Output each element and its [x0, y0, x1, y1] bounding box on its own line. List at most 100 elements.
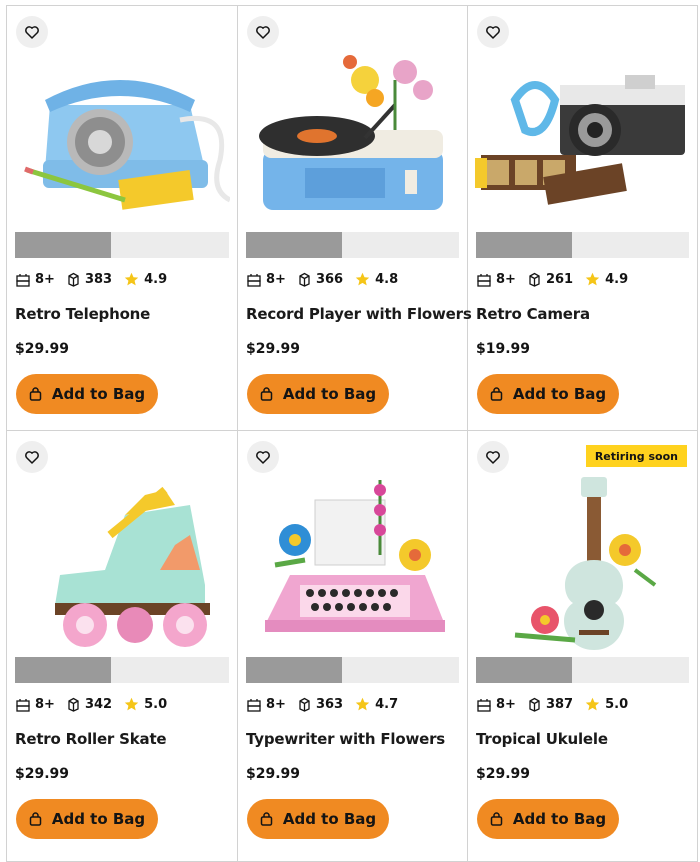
heart-icon: [256, 450, 270, 464]
shopping-bag-icon: [490, 812, 503, 826]
wishlist-button[interactable]: [16, 441, 48, 473]
product-image-camera[interactable]: [468, 50, 697, 228]
add-to-bag-button[interactable]: Add to Bag: [16, 374, 158, 414]
image-progress-bar[interactable]: [246, 657, 459, 683]
wishlist-button[interactable]: [247, 16, 279, 48]
rating-group: 5.0: [124, 697, 167, 712]
age-blocks-icon: [16, 698, 30, 712]
product-meta: 8+ 261 4.9: [477, 272, 634, 287]
image-progress-fill: [15, 232, 112, 258]
rating-value: 4.9: [605, 272, 629, 287]
pieces-group: 261: [528, 272, 573, 287]
rating-group: 4.9: [124, 272, 167, 287]
product-price: $29.99: [15, 766, 70, 782]
wishlist-button[interactable]: [477, 441, 509, 473]
wishlist-button[interactable]: [16, 16, 48, 48]
star-icon: [355, 697, 370, 711]
heart-icon: [486, 25, 500, 39]
add-to-bag-button[interactable]: Add to Bag: [247, 799, 389, 839]
heart-icon: [25, 25, 39, 39]
image-progress-fill: [246, 657, 342, 683]
rating-value: 4.9: [144, 272, 168, 287]
heart-icon: [256, 25, 270, 39]
heart-icon: [25, 450, 39, 464]
add-to-bag-label: Add to Bag: [51, 810, 146, 828]
product-title[interactable]: Typewriter with Flowers: [246, 730, 445, 748]
product-price: $19.99: [476, 341, 531, 357]
image-progress-fill: [476, 657, 572, 683]
add-to-bag-label: Add to Bag: [512, 385, 607, 403]
product-title[interactable]: Retro Telephone: [15, 305, 150, 323]
brick-icon: [529, 272, 540, 287]
wishlist-button[interactable]: [477, 16, 509, 48]
rating-value: 5.0: [144, 697, 168, 712]
product-price: $29.99: [15, 341, 70, 357]
product-meta: 8+ 366 4.8: [247, 272, 404, 287]
wishlist-button[interactable]: [247, 441, 279, 473]
add-to-bag-button[interactable]: Add to Bag: [477, 374, 619, 414]
product-image-ukulele[interactable]: [468, 475, 697, 653]
product-price: $29.99: [246, 341, 301, 357]
shopping-bag-icon: [29, 387, 42, 401]
retiring-soon-badge: Retiring soon: [585, 445, 687, 467]
product-card[interactable]: 8+ 366 4.8 Record Player with Flowers $2…: [238, 6, 472, 431]
add-to-bag-button[interactable]: Add to Bag: [247, 374, 389, 414]
product-image-roller-skate[interactable]: [7, 475, 237, 653]
product-title[interactable]: Retro Roller Skate: [15, 730, 167, 748]
age-label: 8+: [266, 272, 286, 287]
product-title[interactable]: Record Player with Flowers: [246, 305, 472, 323]
age-blocks-icon: [477, 698, 491, 712]
add-to-bag-label: Add to Bag: [282, 810, 377, 828]
image-progress-bar[interactable]: [15, 232, 229, 258]
product-title[interactable]: Tropical Ukulele: [476, 730, 608, 748]
star-icon: [585, 272, 600, 286]
shopping-bag-icon: [29, 812, 42, 826]
star-icon: [355, 272, 370, 286]
image-progress-bar[interactable]: [15, 657, 229, 683]
image-progress-fill: [476, 232, 572, 258]
pieces-group: 366: [298, 272, 343, 287]
product-card[interactable]: Retiring soon 8+ 387 5.0 Tropical Ukulel…: [468, 431, 698, 862]
brick-icon: [68, 697, 79, 712]
image-progress-bar[interactable]: [246, 232, 459, 258]
age-label: 8+: [35, 272, 55, 287]
product-grid: 8+ 383 4.9 Retro Telephone $29.99 Add to…: [6, 5, 698, 862]
image-progress-bar[interactable]: [476, 232, 689, 258]
age-label: 8+: [496, 697, 516, 712]
product-title[interactable]: Retro Camera: [476, 305, 590, 323]
product-meta: 8+ 387 5.0: [477, 697, 634, 712]
rating-value: 5.0: [605, 697, 629, 712]
product-card[interactable]: 8+ 383 4.9 Retro Telephone $29.99 Add to…: [7, 6, 238, 431]
pieces-count: 387: [545, 697, 574, 712]
shopping-bag-icon: [260, 812, 273, 826]
star-icon: [124, 697, 139, 711]
add-to-bag-label: Add to Bag: [51, 385, 146, 403]
rating-group: 4.8: [355, 272, 398, 287]
product-meta: 8+ 363 4.7: [247, 697, 404, 712]
add-to-bag-button[interactable]: Add to Bag: [477, 799, 619, 839]
image-progress-bar[interactable]: [476, 657, 689, 683]
product-card[interactable]: 8+ 363 4.7 Typewriter with Flowers $29.9…: [238, 431, 468, 862]
pieces-count: 363: [315, 697, 344, 712]
brick-icon: [299, 272, 310, 287]
product-card[interactable]: 8+ 261 4.9 Retro Camera $19.99 Add to Ba…: [468, 6, 698, 431]
pieces-count: 383: [84, 272, 113, 287]
age-group: 8+: [16, 272, 55, 287]
rating-value: 4.8: [375, 272, 399, 287]
product-image-telephone[interactable]: [7, 50, 237, 228]
pieces-group: 363: [298, 697, 343, 712]
product-image-typewriter[interactable]: [238, 475, 467, 653]
add-to-bag-label: Add to Bag: [282, 385, 377, 403]
rating-value: 4.7: [375, 697, 399, 712]
shopping-bag-icon: [260, 387, 273, 401]
pieces-group: 342: [67, 697, 112, 712]
add-to-bag-button[interactable]: Add to Bag: [16, 799, 158, 839]
age-group: 8+: [247, 272, 286, 287]
age-group: 8+: [16, 697, 55, 712]
pieces-count: 366: [315, 272, 344, 287]
brick-icon: [68, 272, 79, 287]
product-image-record-player[interactable]: [238, 50, 467, 228]
age-blocks-icon: [477, 273, 491, 287]
product-card[interactable]: 8+ 342 5.0 Retro Roller Skate $29.99 Add…: [7, 431, 238, 862]
image-progress-fill: [246, 232, 342, 258]
